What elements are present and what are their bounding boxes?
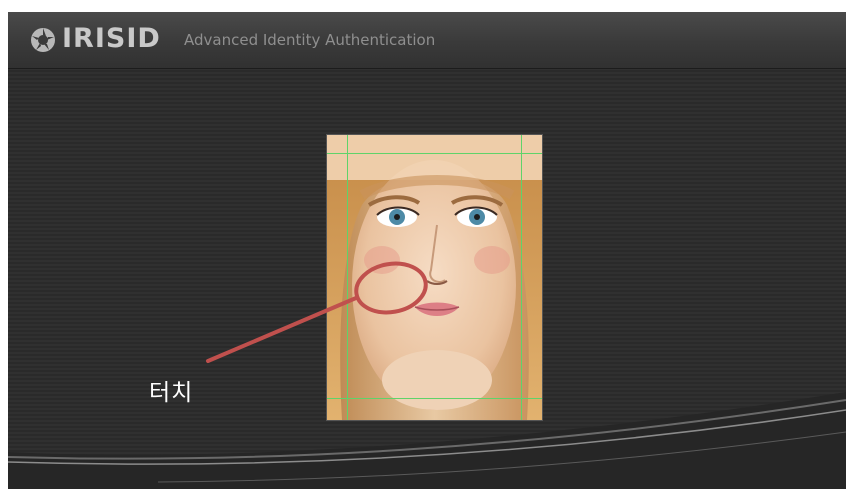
app-screen: IRISID Advanced Identity Authentication <box>8 12 846 489</box>
brand-tagline: Advanced Identity Authentication <box>184 31 436 49</box>
face-capture-preview[interactable] <box>326 134 543 421</box>
app-header: IRISID Advanced Identity Authentication <box>8 12 846 69</box>
touch-annotation-label: 터치 <box>149 380 194 406</box>
brand-name: IRISID <box>62 23 161 54</box>
face-guide-box <box>327 135 542 420</box>
aperture-logo-icon <box>31 28 55 52</box>
